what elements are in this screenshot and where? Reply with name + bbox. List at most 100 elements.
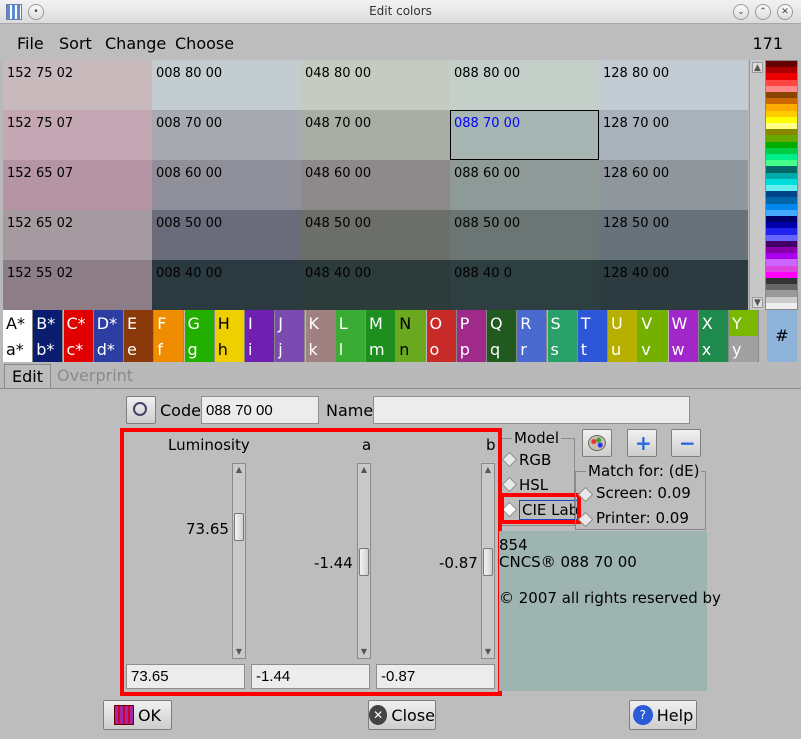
letter-swatch[interactable]: v: [638, 336, 669, 362]
name-input[interactable]: [373, 396, 690, 424]
close-window-button[interactable]: ✕: [777, 4, 793, 20]
letter-swatch[interactable]: N: [396, 310, 427, 336]
menu-change[interactable]: Change: [105, 34, 166, 53]
color-cell[interactable]: 152 75 02: [3, 60, 152, 110]
letter-swatch[interactable]: d*: [93, 336, 124, 362]
letter-swatch[interactable]: l: [335, 336, 366, 362]
color-cell[interactable]: 008 70 00: [152, 110, 301, 160]
maximize-button[interactable]: ⌃: [755, 4, 771, 20]
letter-swatch[interactable]: u: [608, 336, 638, 362]
color-cell[interactable]: 128 60 00: [599, 160, 748, 210]
color-cell[interactable]: 008 50 00: [152, 210, 301, 260]
color-cell[interactable]: 088 70 00: [450, 110, 599, 160]
code-input[interactable]: [201, 396, 319, 424]
letter-swatch[interactable]: b*: [33, 336, 64, 362]
color-cell[interactable]: 152 75 07: [3, 110, 152, 160]
remove-color-button[interactable]: −: [671, 429, 701, 457]
letter-swatch[interactable]: n: [396, 336, 427, 362]
color-cell[interactable]: 152 65 02: [3, 210, 152, 260]
hash-cell[interactable]: #: [767, 310, 797, 362]
add-color-button[interactable]: +: [627, 429, 657, 457]
menu-sort[interactable]: Sort: [59, 34, 92, 53]
letter-swatch[interactable]: w: [668, 336, 699, 362]
match-screen[interactable]: Screen: 0.09: [596, 484, 691, 502]
letter-swatch[interactable]: E: [124, 310, 154, 336]
letter-swatch[interactable]: B*: [33, 310, 64, 336]
letter-swatch[interactable]: J: [275, 310, 306, 336]
letter-swatch[interactable]: W: [668, 310, 699, 336]
radio-label-rgb[interactable]: RGB: [519, 451, 551, 469]
letter-swatch[interactable]: t: [577, 336, 608, 362]
letter-swatch[interactable]: G: [184, 310, 215, 336]
color-cell[interactable]: 088 40 0: [450, 260, 599, 310]
letter-swatch[interactable]: V: [638, 310, 669, 336]
radio-label-hsl[interactable]: HSL: [519, 476, 548, 494]
letter-swatch[interactable]: H: [214, 310, 245, 336]
letter-swatch[interactable]: D*: [93, 310, 124, 336]
color-cell[interactable]: 128 80 00: [599, 60, 748, 110]
letter-swatch[interactable]: R: [517, 310, 548, 336]
letter-swatch[interactable]: U: [608, 310, 638, 336]
letter-swatch[interactable]: i: [245, 336, 275, 362]
color-cell[interactable]: 152 55 02: [3, 260, 152, 310]
letter-swatch[interactable]: C*: [63, 310, 94, 336]
ok-button[interactable]: OK: [103, 700, 172, 730]
letter-swatch[interactable]: K: [305, 310, 336, 336]
menu-file[interactable]: File: [17, 34, 44, 53]
find-code-button[interactable]: [126, 396, 156, 424]
color-cell[interactable]: 152 65 07: [3, 160, 152, 210]
color-cell[interactable]: 128 50 00: [599, 210, 748, 260]
letter-swatch[interactable]: c*: [63, 336, 94, 362]
color-cell[interactable]: 048 60 00: [301, 160, 450, 210]
letter-swatch[interactable]: q: [487, 336, 517, 362]
color-cell[interactable]: 008 80 00: [152, 60, 301, 110]
letter-swatch[interactable]: Q: [487, 310, 517, 336]
minimize-button[interactable]: ⌄: [733, 4, 749, 20]
color-cell[interactable]: 128 70 00: [599, 110, 748, 160]
menu-choose[interactable]: Choose: [175, 34, 234, 53]
letter-swatch[interactable]: p: [456, 336, 487, 362]
letter-swatch[interactable]: a*: [3, 336, 33, 362]
letter-swatch[interactable]: T: [577, 310, 608, 336]
tab-overprint[interactable]: Overprint: [50, 364, 140, 388]
color-cell[interactable]: 048 80 00: [301, 60, 450, 110]
letter-swatch[interactable]: e: [124, 336, 154, 362]
letter-swatch[interactable]: L: [335, 310, 366, 336]
close-button[interactable]: ✕ Close: [368, 700, 436, 730]
color-cell[interactable]: 048 40 00: [301, 260, 450, 310]
scroll-down-arrow-icon[interactable]: ▼: [752, 297, 763, 308]
letter-swatch[interactable]: f: [154, 336, 185, 362]
help-button[interactable]: ? Help: [629, 700, 697, 730]
letter-swatch[interactable]: Y: [729, 310, 759, 336]
letter-swatch[interactable]: X: [698, 310, 729, 336]
letter-swatch[interactable]: x: [698, 336, 729, 362]
grid-scrollbar[interactable]: ▲ ▼: [749, 60, 765, 310]
palette-swatch[interactable]: [766, 302, 797, 310]
letter-swatch[interactable]: o: [426, 336, 457, 362]
letter-swatch[interactable]: g: [184, 336, 215, 362]
color-cell[interactable]: 088 80 00: [450, 60, 599, 110]
palette-edit-button[interactable]: [582, 429, 612, 457]
letter-swatch[interactable]: A*: [3, 310, 33, 336]
letter-swatch[interactable]: O: [426, 310, 457, 336]
letter-swatch[interactable]: S: [547, 310, 578, 336]
color-cell[interactable]: 048 70 00: [301, 110, 450, 160]
letter-swatch[interactable]: s: [547, 336, 578, 362]
match-printer[interactable]: Printer: 0.09: [596, 509, 689, 527]
letter-swatch[interactable]: I: [245, 310, 275, 336]
color-cell[interactable]: 088 50 00: [450, 210, 599, 260]
letter-swatch[interactable]: r: [517, 336, 548, 362]
letter-swatch[interactable]: j: [275, 336, 306, 362]
tab-edit[interactable]: Edit: [4, 364, 51, 388]
letter-swatch[interactable]: h: [214, 336, 245, 362]
letter-swatch[interactable]: M: [366, 310, 396, 336]
color-cell[interactable]: 128 40 00: [599, 260, 748, 310]
letter-swatch[interactable]: P: [456, 310, 487, 336]
color-cell[interactable]: 008 60 00: [152, 160, 301, 210]
palette-strip[interactable]: [765, 60, 798, 310]
color-cell[interactable]: 048 50 00: [301, 210, 450, 260]
scroll-up-arrow-icon[interactable]: ▲: [752, 62, 763, 73]
color-cell[interactable]: 008 40 00: [152, 260, 301, 310]
letter-swatch[interactable]: y: [729, 336, 759, 362]
color-cell[interactable]: 088 60 00: [450, 160, 599, 210]
